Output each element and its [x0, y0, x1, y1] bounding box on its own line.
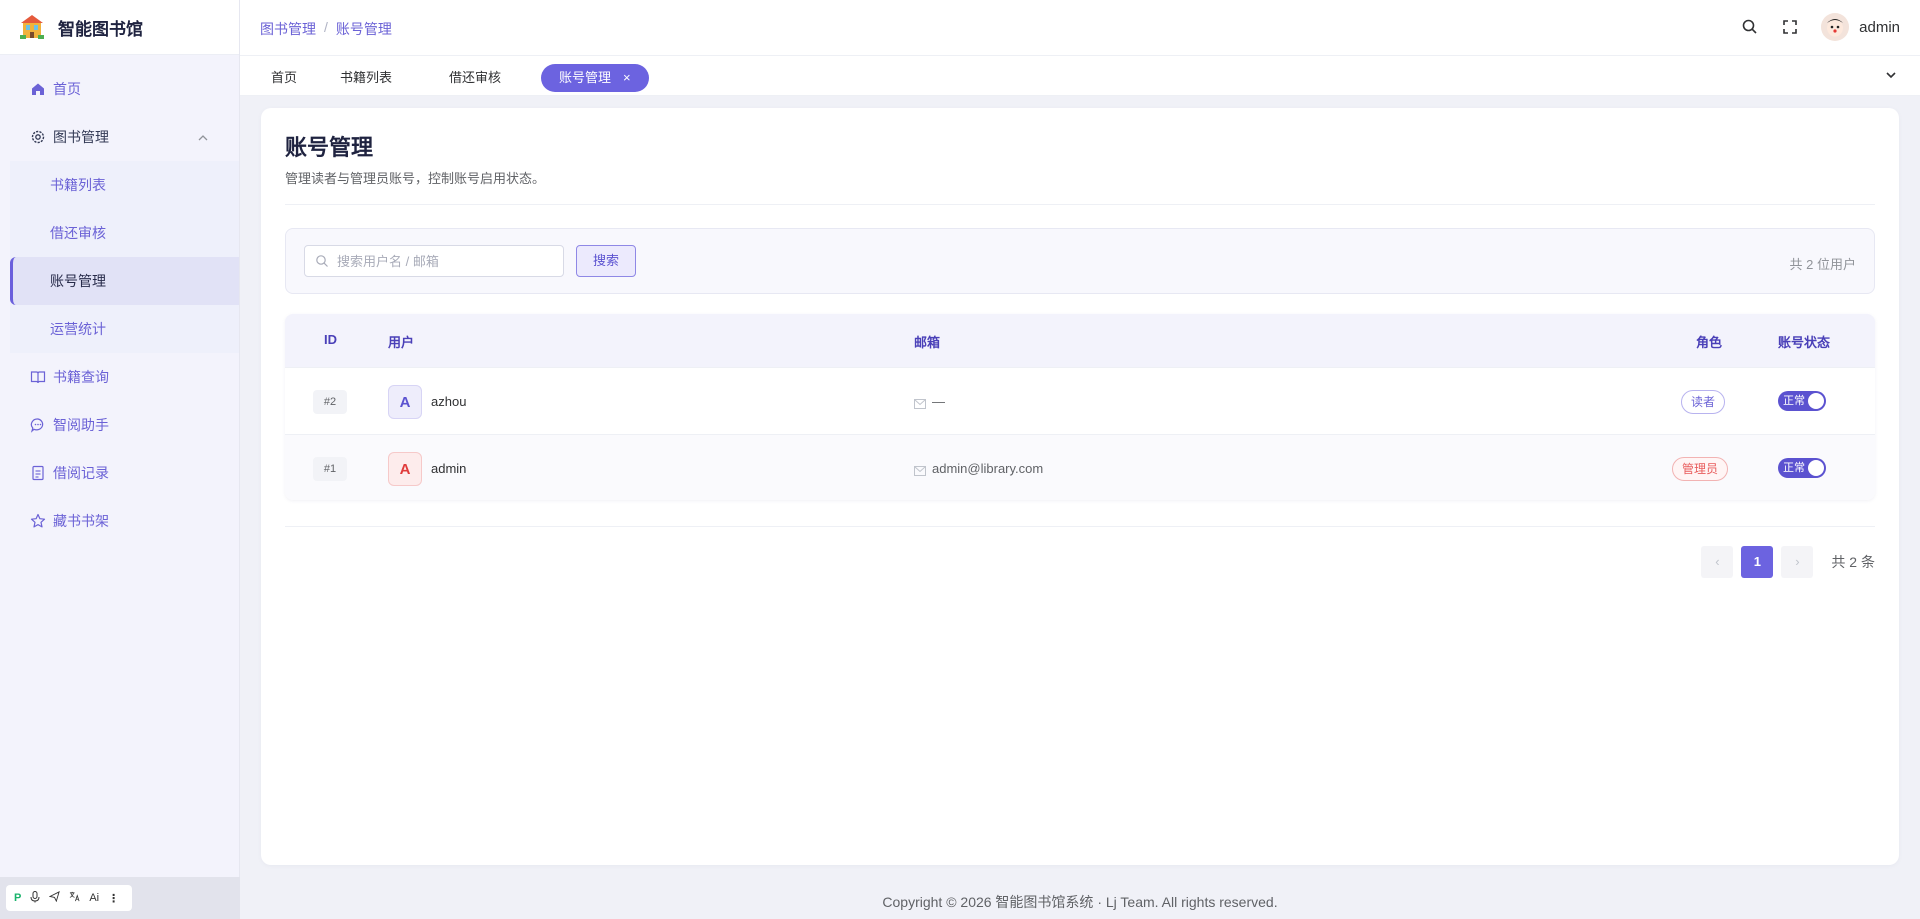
- breadcrumb-separator: /: [324, 19, 328, 35]
- avatar: A: [388, 452, 422, 486]
- sidebar-item-label: 书籍查询: [53, 369, 109, 385]
- close-icon[interactable]: ×: [623, 70, 631, 85]
- chevron-up-icon: [197, 131, 209, 143]
- footer-copyright: Copyright © 2026 智能图书馆系统 · Lj Team. All …: [882, 894, 1278, 910]
- tab-borrow-review[interactable]: 借还审核: [439, 64, 511, 92]
- sidebar-item-borrow-review[interactable]: 借还审核: [10, 209, 239, 257]
- column-header-email: 邮箱: [914, 335, 941, 350]
- user-id: #1: [313, 457, 347, 481]
- sidebar-item-book-management[interactable]: 图书管理: [0, 113, 239, 161]
- avatar[interactable]: [1821, 13, 1850, 41]
- user-email: —: [932, 394, 945, 409]
- column-header-id: ID: [324, 332, 337, 347]
- column-header-user: 用户: [388, 335, 415, 350]
- star-icon: [30, 513, 46, 529]
- sidebar-item-operation-stats[interactable]: 运营统计: [10, 305, 239, 353]
- user-email: admin@library.com: [932, 461, 1044, 476]
- tab-label: 账号管理: [559, 70, 612, 85]
- search-input[interactable]: [337, 253, 547, 269]
- pinyin-icon[interactable]: P: [14, 892, 21, 904]
- sidebar-item-account-management[interactable]: 账号管理: [10, 257, 239, 305]
- page-description: 管理读者与管理员账号，控制账号启用状态。: [285, 171, 546, 186]
- library-logo-icon: [18, 13, 46, 41]
- breadcrumb: 图书管理 / 账号管理: [260, 19, 392, 39]
- chevron-down-icon[interactable]: [1884, 68, 1898, 82]
- next-page-button[interactable]: ›: [1781, 546, 1814, 578]
- pagination-total: 共 2 条: [1831, 554, 1875, 570]
- send-icon[interactable]: [48, 891, 61, 905]
- translate-icon[interactable]: [69, 891, 80, 905]
- sidebar-item-book-list[interactable]: 书籍列表: [10, 161, 239, 209]
- search-button[interactable]: 搜索: [576, 245, 636, 277]
- role-badge: 管理员: [1672, 457, 1729, 481]
- mail-icon: [914, 396, 926, 409]
- home-icon: [30, 81, 46, 97]
- user-name: azhou: [431, 394, 467, 409]
- header-actions: admin: [1741, 13, 1900, 41]
- app-name: 智能图书馆: [58, 19, 143, 39]
- top-header: 图书管理 / 账号管理 admin: [240, 0, 1920, 56]
- tabs-bar: 首页 书籍列表 借还审核 账号管理 ×: [240, 56, 1920, 96]
- page-number-button[interactable]: 1: [1741, 546, 1774, 578]
- sidebar-item-home[interactable]: 首页: [0, 65, 239, 113]
- book-icon: [30, 369, 46, 385]
- user-name: admin: [431, 461, 467, 476]
- search-field[interactable]: [304, 245, 564, 277]
- tab-account-management[interactable]: 账号管理 ×: [541, 64, 649, 92]
- status-label: 正常: [1783, 462, 1805, 474]
- more-icon[interactable]: ⋮: [108, 892, 119, 905]
- username[interactable]: admin: [1859, 19, 1900, 36]
- column-header-role: 角色: [1696, 335, 1723, 350]
- sidebar-item-book-search[interactable]: 书籍查询: [0, 353, 239, 401]
- ime-toolbar: P Ai ⋮: [0, 877, 240, 919]
- column-header-status: 账号状态: [1778, 335, 1831, 350]
- search-icon[interactable]: [1741, 18, 1759, 36]
- user-count: 共 2 位用户: [1789, 257, 1856, 272]
- mail-icon: [914, 463, 926, 476]
- ime-toolbar-panel: P Ai ⋮: [6, 885, 132, 911]
- status-toggle[interactable]: 正常: [1778, 458, 1826, 478]
- toggle-knob: [1808, 460, 1824, 476]
- table-row: #1 A admin admin@library.com 管理员 正常: [285, 434, 1875, 500]
- sidebar: 智能图书馆 首页 图书管理 书籍列表 借还审核 账号管理 运营统计 书籍查询 智…: [0, 0, 240, 919]
- sidebar-item-bookshelf[interactable]: 藏书书架: [0, 497, 239, 545]
- main-card: 账号管理 管理读者与管理员账号，控制账号启用状态。 搜索 共 2 位用户 ID …: [261, 108, 1899, 865]
- divider: [285, 204, 1875, 205]
- document-icon: [30, 465, 46, 481]
- filter-bar: 搜索 共 2 位用户: [285, 228, 1875, 294]
- fullscreen-icon[interactable]: [1781, 18, 1799, 36]
- toggle-knob: [1808, 393, 1824, 409]
- user-id: #2: [313, 390, 347, 414]
- divider: [285, 526, 1875, 527]
- accounts-table: ID 用户 邮箱 角色 账号状态 #2 A azhou — 读者 正常 #1 A…: [285, 314, 1875, 500]
- status-label: 正常: [1783, 395, 1805, 407]
- tab-book-list[interactable]: 书籍列表: [330, 64, 402, 92]
- gear-icon: [30, 129, 46, 145]
- pagination: ‹ 1 › 共 2 条: [1701, 546, 1875, 578]
- tab-home[interactable]: 首页: [261, 64, 307, 92]
- prev-page-button[interactable]: ‹: [1701, 546, 1734, 578]
- sidebar-item-label: 借阅记录: [53, 465, 109, 481]
- status-toggle[interactable]: 正常: [1778, 391, 1826, 411]
- breadcrumb-item-current: 账号管理: [335, 21, 392, 37]
- table-row: #2 A azhou — 读者 正常: [285, 367, 1875, 434]
- sidebar-item-label: 图书管理: [53, 129, 109, 145]
- sidebar-item-label: 智阅助手: [53, 417, 109, 433]
- table-header: ID 用户 邮箱 角色 账号状态: [285, 314, 1875, 367]
- brand[interactable]: 智能图书馆: [0, 0, 239, 55]
- ai-icon[interactable]: Ai: [89, 892, 99, 904]
- role-badge: 读者: [1681, 390, 1726, 414]
- breadcrumb-item[interactable]: 图书管理: [260, 19, 316, 39]
- mic-icon[interactable]: [30, 890, 40, 906]
- page-title: 账号管理: [285, 135, 374, 160]
- sidebar-menu: 首页 图书管理 书籍列表 借还审核 账号管理 运营统计 书籍查询 智阅助手 借阅…: [0, 55, 239, 545]
- sidebar-item-ai-assistant[interactable]: 智阅助手: [0, 401, 239, 449]
- sidebar-item-label: 首页: [53, 81, 81, 97]
- chat-icon: [30, 417, 46, 433]
- search-icon: [316, 255, 328, 267]
- sidebar-item-label: 藏书书架: [53, 513, 109, 529]
- avatar: A: [388, 385, 422, 419]
- submenu: 书籍列表 借还审核 账号管理 运营统计: [10, 161, 239, 353]
- sidebar-item-borrow-records[interactable]: 借阅记录: [0, 449, 239, 497]
